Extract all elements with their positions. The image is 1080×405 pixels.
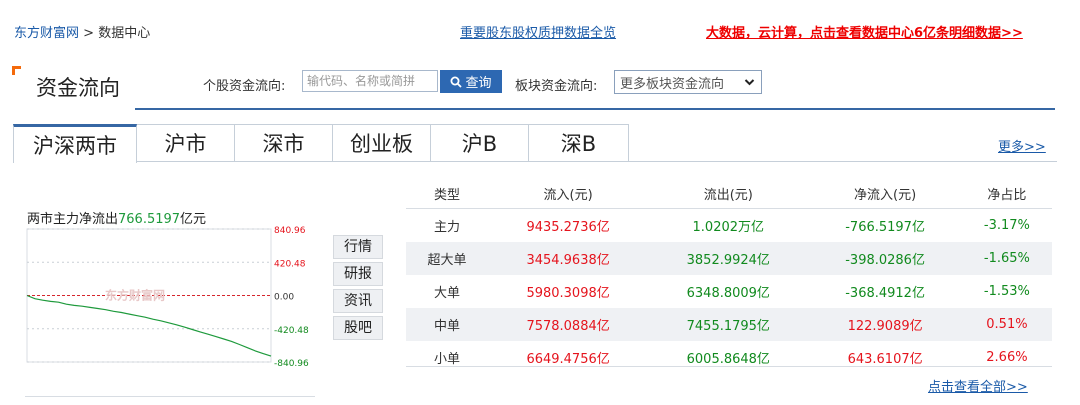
row-outflow: 3852.9924亿	[648, 242, 809, 275]
tab-baseline	[629, 161, 1057, 162]
row-ratio: 0.51%	[961, 308, 1052, 341]
forum-button[interactable]: 股吧	[333, 316, 383, 340]
chart-bottom-line	[25, 396, 315, 397]
row-inflow: 3454.9638亿	[488, 242, 649, 275]
search-icon	[450, 76, 463, 88]
row-net-inflow: 122.9089亿	[808, 308, 962, 341]
sector-select[interactable]: 更多板块资金流向	[614, 70, 762, 94]
tab-all-markets[interactable]: 沪深两市	[13, 124, 137, 163]
row-inflow: 9435.2736亿	[526, 220, 610, 235]
tab-shenzhen[interactable]: 深市	[235, 124, 333, 162]
row-type: 超大单	[406, 242, 488, 275]
header-type: 类型	[406, 178, 488, 209]
title-corner-marker	[12, 66, 21, 75]
page-title: 资金流向	[36, 76, 120, 100]
row-type: 大单	[433, 286, 460, 301]
fund-flow-table: 类型 流入(元) 流出(元) 净流入(元) 净占比 主力 9435.2736亿 …	[406, 178, 1052, 374]
row-outflow: 1.0202万亿	[692, 220, 765, 235]
table-header-row: 类型 流入(元) 流出(元) 净流入(元) 净占比	[406, 178, 1052, 209]
query-button[interactable]: 查询	[440, 70, 502, 93]
row-net-inflow: -368.4912亿	[845, 286, 925, 301]
research-button[interactable]: 研报	[333, 262, 383, 286]
tab-shanghai[interactable]: 沪市	[137, 124, 235, 162]
y-tick-label: 0.00	[274, 293, 294, 303]
chevron-down-icon	[744, 75, 755, 92]
sector-select-value: 更多板块资金流向	[620, 76, 725, 92]
row-type: 小单	[433, 352, 460, 367]
big-data-promo-link[interactable]: 大数据，云计算，点击查看数据中心6亿条明细数据>>	[706, 22, 1023, 41]
row-type: 中单	[406, 308, 488, 341]
row-net-inflow: 643.6107亿	[847, 352, 923, 367]
table-bottom-line	[406, 366, 1052, 367]
table-row: 小单 6649.4756亿 6005.8648亿 643.6107亿 2.66%	[406, 341, 1052, 374]
row-outflow: 7455.1795亿	[648, 308, 809, 341]
y-tick-label: -840.96	[274, 359, 309, 369]
row-type: 主力	[433, 220, 460, 235]
series-line	[26, 294, 272, 357]
equity-pledge-link[interactable]: 重要股东股权质押数据全览	[460, 22, 616, 41]
title-underline	[135, 108, 1055, 110]
row-ratio: -1.65%	[961, 242, 1052, 275]
row-net-inflow: -398.0286亿	[808, 242, 962, 275]
header-net-inflow: 净流入(元)	[808, 178, 962, 209]
stock-flow-label: 个股资金流向:	[203, 79, 286, 94]
market-tabs: 沪深两市 沪市 深市 创业板 沪B 深B	[13, 124, 629, 163]
row-inflow: 5980.3098亿	[526, 286, 610, 301]
tab-shanghai-b[interactable]: 沪B	[431, 124, 529, 162]
row-outflow: 6348.8009亿	[686, 286, 770, 301]
chart-watermark: 东方财富网	[105, 288, 165, 303]
query-button-label: 查询	[465, 75, 492, 90]
side-button-group: 行情 研报 资讯 股吧	[333, 235, 383, 343]
table-row: 主力 9435.2736亿 1.0202万亿 -766.5197亿 -3.17%	[406, 209, 1052, 243]
main-flow-chart: 840.96 420.48 0.00 -420.48 -840.96 东方财富网	[26, 226, 309, 369]
row-ratio: -1.53%	[983, 284, 1030, 299]
quote-button[interactable]: 行情	[333, 235, 383, 259]
breadcrumb-home-link[interactable]: 东方财富网	[14, 26, 79, 41]
y-tick-label: 840.96	[274, 226, 306, 236]
header-outflow: 流出(元)	[648, 178, 809, 209]
breadcrumb-current: 数据中心	[98, 26, 151, 41]
row-ratio: -3.17%	[983, 218, 1030, 233]
table-row: 大单 5980.3098亿 6348.8009亿 -368.4912亿 -1.5…	[406, 275, 1052, 308]
tab-shenzhen-b[interactable]: 深B	[529, 124, 629, 162]
row-net-inflow: -766.5197亿	[845, 220, 925, 235]
tab-chinext[interactable]: 创业板	[333, 124, 431, 162]
header-inflow: 流入(元)	[488, 178, 649, 209]
row-inflow: 7578.0884亿	[488, 308, 649, 341]
breadcrumb: 东方财富网 > 数据中心	[14, 22, 150, 41]
stock-search-input[interactable]	[302, 70, 438, 92]
row-inflow: 6649.4756亿	[526, 352, 610, 367]
sector-flow-label: 板块资金流向:	[515, 79, 598, 94]
table-row: 超大单 3454.9638亿 3852.9924亿 -398.0286亿 -1.…	[406, 242, 1052, 275]
row-ratio: 2.66%	[986, 350, 1028, 365]
header-ratio: 净占比	[961, 178, 1052, 209]
table-row: 中单 7578.0884亿 7455.1795亿 122.9089亿 0.51%	[406, 308, 1052, 341]
breadcrumb-separator: >	[83, 26, 95, 41]
news-button[interactable]: 资讯	[333, 289, 383, 313]
more-link[interactable]: 更多>>	[998, 136, 1046, 155]
row-outflow: 6005.8648亿	[686, 352, 770, 367]
view-all-link[interactable]: 点击查看全部>>	[928, 376, 1028, 395]
y-tick-label: 420.48	[274, 259, 306, 269]
y-tick-label: -420.48	[274, 326, 309, 336]
